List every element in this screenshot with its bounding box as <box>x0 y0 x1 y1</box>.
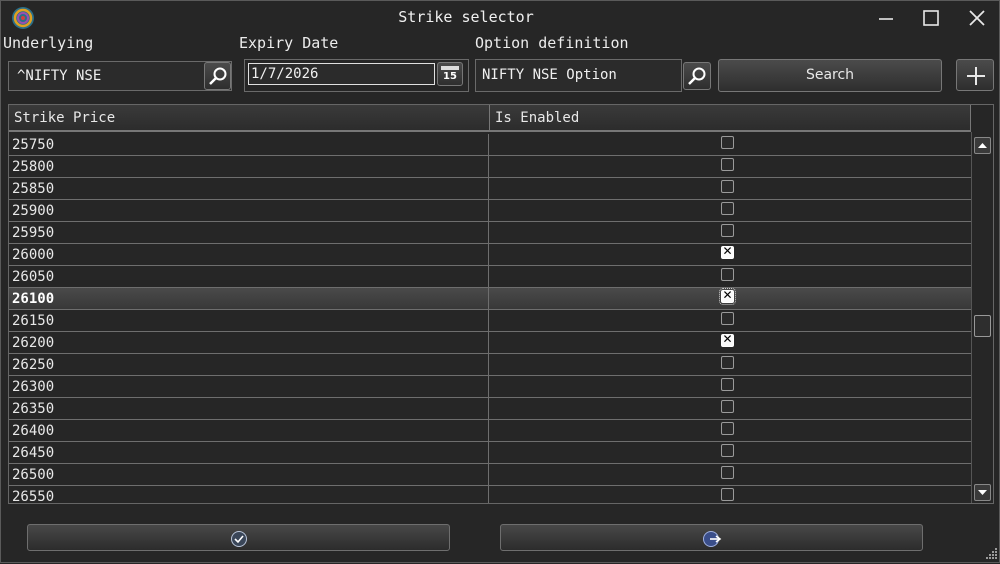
table-row[interactable]: 26350 <box>9 398 971 420</box>
table-row[interactable]: 26250 <box>9 354 971 376</box>
search-button[interactable]: Search <box>718 59 942 92</box>
table-row[interactable]: 26300 <box>9 376 971 398</box>
strike-price-cell: 26000 <box>9 244 489 265</box>
resize-grip[interactable] <box>984 546 998 560</box>
minimize-button[interactable] <box>873 5 899 31</box>
strike-price-cell: 26250 <box>9 354 489 375</box>
close-button[interactable] <box>964 5 990 31</box>
expiry-date-value: 1/7/2026 <box>251 66 319 82</box>
expiry-date-label: Expiry Date <box>239 34 339 52</box>
table-row[interactable]: 26050 <box>9 266 971 288</box>
column-header-is-enabled[interactable]: Is Enabled <box>490 105 971 132</box>
column-header-strike-price[interactable]: Strike Price <box>9 105 490 132</box>
is-enabled-checkbox[interactable] <box>721 378 734 391</box>
is-enabled-checkbox[interactable] <box>721 332 734 347</box>
strike-price-cell: 26350 <box>9 398 489 419</box>
table-row[interactable]: 25750 <box>9 134 971 156</box>
magnifier-icon <box>687 66 707 90</box>
strike-price-cell: 26150 <box>9 310 489 331</box>
is-enabled-checkbox[interactable] <box>721 136 734 149</box>
underlying-field[interactable]: ^NIFTY NSE <box>8 61 232 91</box>
is-enabled-checkbox[interactable] <box>721 180 734 193</box>
is-enabled-checkbox[interactable] <box>721 202 734 215</box>
scroll-down-button[interactable] <box>974 484 991 501</box>
table-row[interactable]: 26150 <box>9 310 971 332</box>
arrow-down-icon <box>978 490 987 495</box>
strike-price-cell: 26300 <box>9 376 489 397</box>
underlying-value: ^NIFTY NSE <box>17 68 102 84</box>
option-definition-label: Option definition <box>475 34 629 52</box>
underlying-label: Underlying <box>3 34 94 52</box>
maximize-button[interactable] <box>918 5 944 31</box>
table-row[interactable]: 25900 <box>9 200 971 222</box>
magnifier-icon <box>208 66 228 90</box>
is-enabled-checkbox[interactable] <box>721 356 734 369</box>
table-row[interactable]: 26000 <box>9 244 971 266</box>
ok-button[interactable] <box>27 524 450 551</box>
table-row[interactable]: 26550 <box>9 486 971 503</box>
is-enabled-checkbox[interactable] <box>721 268 734 281</box>
strike-price-cell: 25950 <box>9 222 489 243</box>
scroll-up-button[interactable] <box>974 137 991 154</box>
is-enabled-checkbox[interactable] <box>721 444 734 457</box>
table-row[interactable]: 26200 <box>9 332 971 354</box>
table-row[interactable]: 25950 <box>9 222 971 244</box>
is-enabled-checkbox[interactable] <box>721 488 734 501</box>
calendar-icon: 15 <box>441 66 459 83</box>
scroll-thumb[interactable] <box>974 315 991 337</box>
table-row[interactable]: 25850 <box>9 178 971 200</box>
table-row[interactable]: 26450 <box>9 442 971 464</box>
calendar-button[interactable]: 15 <box>437 62 463 86</box>
table-row[interactable]: 26100 <box>9 288 971 310</box>
strike-price-cell: 26400 <box>9 420 489 441</box>
vertical-scrollbar[interactable] <box>971 132 993 503</box>
is-enabled-checkbox[interactable] <box>719 288 736 305</box>
add-button[interactable] <box>956 59 994 91</box>
expiry-date-input[interactable]: 1/7/2026 <box>248 63 435 85</box>
strike-price-cell: 26100 <box>9 288 489 309</box>
strike-selector-window: Strike selector Underlying Expiry Date O… <box>0 0 1000 563</box>
check-circle-icon <box>230 530 248 552</box>
option-definition-field[interactable]: NIFTY NSE Option <box>475 59 682 92</box>
is-enabled-checkbox[interactable] <box>721 312 734 325</box>
strike-price-cell: 25800 <box>9 156 489 177</box>
is-enabled-checkbox[interactable] <box>721 224 734 237</box>
window-title: Strike selector <box>398 8 534 26</box>
is-enabled-checkbox[interactable] <box>721 400 734 413</box>
exit-button[interactable] <box>500 524 923 551</box>
strike-price-cell: 25750 <box>9 134 489 155</box>
strike-price-cell: 26500 <box>9 464 489 485</box>
is-enabled-checkbox[interactable] <box>721 244 734 259</box>
plus-icon <box>966 66 986 90</box>
strike-price-cell: 26200 <box>9 332 489 353</box>
option-definition-value: NIFTY NSE Option <box>482 67 617 83</box>
strike-price-cell: 25850 <box>9 178 489 199</box>
strike-price-cell: 26550 <box>9 486 489 503</box>
is-enabled-checkbox[interactable] <box>721 158 734 171</box>
calendar-day-number: 15 <box>443 71 457 82</box>
strike-price-cell: 26450 <box>9 442 489 463</box>
strike-grid: Strike Price Is Enabled 25750 25800 25850 2… <box>8 104 994 504</box>
is-enabled-checkbox[interactable] <box>721 422 734 435</box>
option-definition-search-button[interactable] <box>683 62 711 90</box>
table-row[interactable]: 26400 <box>9 420 971 442</box>
table-row[interactable]: 25800 <box>9 156 971 178</box>
arrow-up-icon <box>978 143 987 148</box>
table-row[interactable]: 26500 <box>9 464 971 486</box>
strike-price-cell: 25900 <box>9 200 489 221</box>
underlying-search-button[interactable] <box>204 62 231 90</box>
strike-price-cell: 26050 <box>9 266 489 287</box>
is-enabled-checkbox[interactable] <box>721 466 734 479</box>
exit-arrow-icon <box>703 530 723 552</box>
